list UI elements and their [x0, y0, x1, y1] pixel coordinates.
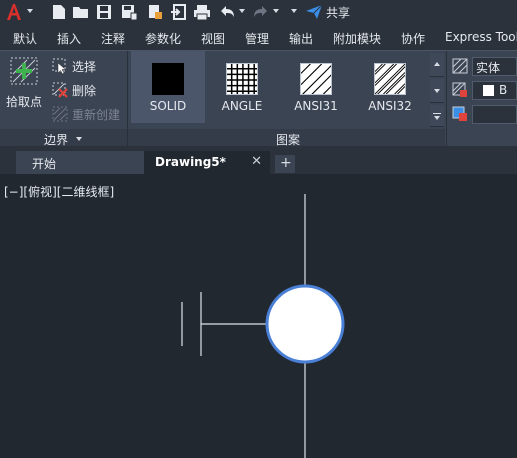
panel-divider	[446, 51, 447, 147]
pattern-type-row: 实体	[448, 55, 517, 77]
expand-gallery-arrow-icon	[434, 116, 440, 120]
pattern-ansi32-label: ANSI32	[368, 99, 412, 113]
tab-start[interactable]: 开始	[16, 151, 144, 174]
pattern-solid-label: SOLID	[149, 99, 187, 113]
gallery-scroll-up[interactable]	[430, 53, 444, 77]
tab-start-label: 开始	[32, 157, 57, 171]
scroll-up-icon	[434, 62, 440, 66]
pattern-ansi32-swatch	[374, 63, 406, 95]
hatched-circle[interactable]	[265, 284, 345, 364]
tab-insert[interactable]: 插入	[57, 30, 81, 47]
boundary-panel-expand-icon[interactable]	[76, 137, 82, 141]
pattern-gallery-scroll	[430, 51, 444, 129]
recreate-boundary-label: 重新创建	[72, 108, 121, 122]
pattern-type-select[interactable]: 实体	[472, 57, 517, 76]
pattern-angle[interactable]: ANGLE	[205, 51, 279, 123]
recreate-boundary-button[interactable]: 重新创建	[50, 104, 126, 124]
background-color-row	[448, 103, 517, 125]
autocad-logo-icon[interactable]	[4, 2, 24, 22]
pattern-type-value: 实体	[476, 61, 501, 75]
pattern-ansi31-label: ANSI31	[294, 99, 338, 113]
hatch-color-icon	[452, 82, 467, 97]
pattern-solid-swatch	[152, 63, 184, 95]
properties-panel: 实体 B	[448, 51, 517, 147]
tab-drawing5[interactable]: Drawing5* ✕	[144, 151, 270, 174]
redo-dropdown-icon[interactable]	[273, 9, 279, 13]
pick-points-label: 拾取点	[6, 95, 43, 109]
hatch-color-select[interactable]: B	[472, 81, 517, 100]
share-label[interactable]: 共享	[326, 4, 350, 21]
plot-printer-icon[interactable]	[193, 3, 211, 21]
pattern-gallery: SOLID ANGLE ANSI31 ANSI32	[128, 51, 430, 129]
boundary-panel: 拾取点 选择 删除 重新创建 边界	[0, 51, 127, 147]
tab-manage[interactable]: 管理	[245, 30, 269, 47]
tab-view[interactable]: 视图	[201, 30, 225, 47]
gallery-scroll-down[interactable]	[430, 79, 444, 103]
pick-points-icon	[10, 57, 38, 85]
share-send-icon[interactable]	[305, 3, 323, 21]
pattern-ansi31[interactable]: ANSI31	[279, 51, 353, 123]
undo-dropdown-icon[interactable]	[239, 9, 245, 13]
ribbon-tab-bar: 默认 插入 注释 参数化 视图 管理 输出 附加模块 协作 Express To…	[0, 26, 517, 50]
background-color-icon	[452, 106, 467, 121]
tab-default[interactable]: 默认	[13, 30, 37, 47]
open-from-web-icon[interactable]	[146, 3, 164, 21]
remove-boundaries-button[interactable]: 删除	[50, 80, 126, 100]
close-tab-icon[interactable]: ✕	[251, 154, 262, 169]
tab-parametric[interactable]: 参数化	[145, 30, 181, 47]
new-file-icon[interactable]	[50, 3, 68, 21]
remove-boundaries-icon	[52, 82, 68, 98]
document-tab-bar: 开始 Drawing5* ✕ +	[0, 146, 517, 174]
plus-icon: +	[280, 155, 292, 171]
new-tab-button[interactable]: +	[275, 155, 295, 173]
select-objects-button[interactable]: 选择	[50, 56, 126, 76]
pattern-ansi31-swatch	[300, 63, 332, 95]
pattern-angle-label: ANGLE	[221, 99, 263, 113]
hatch-color-row: B	[448, 79, 517, 101]
pattern-solid[interactable]: SOLID	[131, 51, 205, 123]
recreate-boundary-icon	[52, 106, 68, 122]
import-icon[interactable]	[170, 3, 188, 21]
drawing-geometry[interactable]	[0, 174, 517, 458]
undo-icon[interactable]	[218, 3, 236, 21]
redo-icon[interactable]	[252, 3, 270, 21]
pick-points-button[interactable]: 拾取点	[4, 55, 46, 111]
customize-toolbar-icon[interactable]	[291, 9, 297, 13]
quick-access-toolbar: 共享	[0, 0, 517, 26]
save-icon[interactable]	[95, 3, 113, 21]
hatch-color-swatch	[483, 85, 494, 96]
save-as-icon[interactable]	[120, 3, 138, 21]
tab-output[interactable]: 输出	[289, 30, 313, 47]
open-folder-icon[interactable]	[72, 3, 90, 21]
background-color-select[interactable]	[472, 105, 517, 124]
tab-express-tools[interactable]: Express Tools	[445, 30, 517, 44]
tab-annotate[interactable]: 注释	[101, 30, 125, 47]
select-objects-icon	[52, 58, 67, 74]
app-menu-caret-icon[interactable]	[27, 9, 33, 13]
tab-drawing5-label: Drawing5*	[155, 155, 226, 169]
pattern-panel-footer: 图案	[128, 129, 445, 147]
pattern-angle-swatch	[226, 63, 258, 95]
tab-collaborate[interactable]: 协作	[401, 30, 425, 47]
hatch-type-icon	[452, 58, 468, 74]
ribbon-panel: 拾取点 选择 删除 重新创建 边界 SOLID ANGLE ANSI31 ANS…	[0, 50, 517, 147]
gallery-expand[interactable]	[430, 105, 444, 127]
pattern-ansi32[interactable]: ANSI32	[353, 51, 427, 123]
drawing-canvas[interactable]: [−][俯视][二维线框]	[0, 174, 517, 458]
expand-gallery-icon	[433, 113, 441, 114]
select-objects-label: 选择	[72, 60, 97, 74]
hatch-color-value: B	[499, 83, 508, 97]
tab-addins[interactable]: 附加模块	[333, 30, 381, 47]
boundary-panel-footer[interactable]: 边界	[0, 129, 127, 147]
remove-boundaries-label: 删除	[72, 84, 97, 98]
scroll-down-icon	[434, 89, 440, 93]
